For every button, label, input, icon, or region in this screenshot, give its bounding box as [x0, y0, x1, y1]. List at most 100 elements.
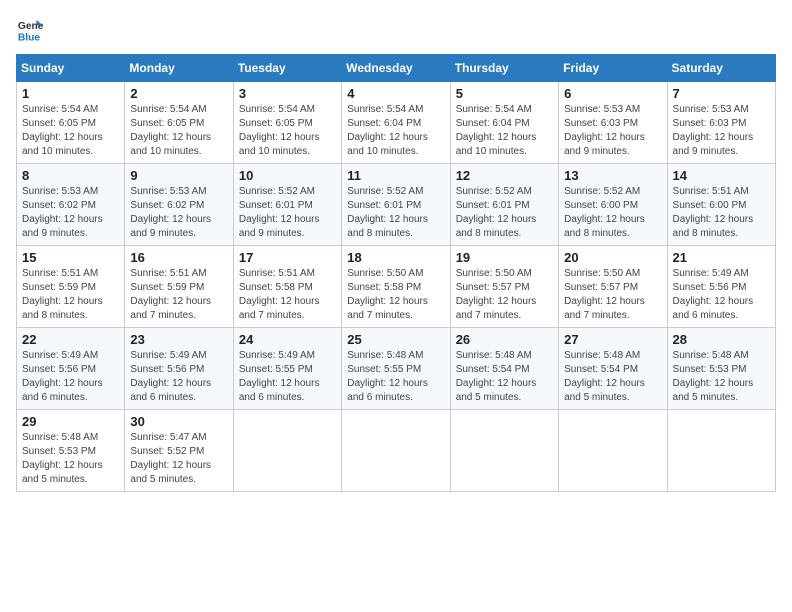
day-number: 22	[22, 332, 119, 347]
calendar-cell: 10 Sunrise: 5:52 AMSunset: 6:01 PMDaylig…	[233, 164, 341, 246]
day-number: 24	[239, 332, 336, 347]
day-info: Sunrise: 5:49 AMSunset: 5:56 PMDaylight:…	[130, 349, 227, 405]
calendar-cell: 22 Sunrise: 5:49 AMSunset: 5:56 PMDaylig…	[17, 328, 125, 410]
day-info: Sunrise: 5:50 AMSunset: 5:57 PMDaylight:…	[564, 267, 661, 323]
day-number: 14	[673, 168, 770, 183]
calendar-cell: 24 Sunrise: 5:49 AMSunset: 5:55 PMDaylig…	[233, 328, 341, 410]
calendar-cell: 30 Sunrise: 5:47 AMSunset: 5:52 PMDaylig…	[125, 410, 233, 492]
day-number: 17	[239, 250, 336, 265]
calendar-week-4: 22 Sunrise: 5:49 AMSunset: 5:56 PMDaylig…	[17, 328, 776, 410]
calendar-cell: 5 Sunrise: 5:54 AMSunset: 6:04 PMDayligh…	[450, 82, 558, 164]
day-info: Sunrise: 5:51 AMSunset: 5:58 PMDaylight:…	[239, 267, 336, 323]
day-info: Sunrise: 5:49 AMSunset: 5:56 PMDaylight:…	[22, 349, 119, 405]
calendar-cell	[233, 410, 341, 492]
day-number: 6	[564, 86, 661, 101]
weekday-header-monday: Monday	[125, 55, 233, 82]
logo-icon: General Blue	[16, 16, 44, 44]
day-number: 15	[22, 250, 119, 265]
calendar-cell: 1 Sunrise: 5:54 AMSunset: 6:05 PMDayligh…	[17, 82, 125, 164]
calendar-cell: 2 Sunrise: 5:54 AMSunset: 6:05 PMDayligh…	[125, 82, 233, 164]
day-info: Sunrise: 5:48 AMSunset: 5:53 PMDaylight:…	[22, 431, 119, 487]
weekday-header-saturday: Saturday	[667, 55, 775, 82]
day-number: 3	[239, 86, 336, 101]
calendar-cell: 12 Sunrise: 5:52 AMSunset: 6:01 PMDaylig…	[450, 164, 558, 246]
day-number: 18	[347, 250, 444, 265]
weekday-header-wednesday: Wednesday	[342, 55, 450, 82]
day-number: 23	[130, 332, 227, 347]
day-number: 2	[130, 86, 227, 101]
day-number: 8	[22, 168, 119, 183]
calendar-cell: 18 Sunrise: 5:50 AMSunset: 5:58 PMDaylig…	[342, 246, 450, 328]
weekday-header-sunday: Sunday	[17, 55, 125, 82]
weekday-header-thursday: Thursday	[450, 55, 558, 82]
day-info: Sunrise: 5:48 AMSunset: 5:53 PMDaylight:…	[673, 349, 770, 405]
day-info: Sunrise: 5:53 AMSunset: 6:03 PMDaylight:…	[673, 103, 770, 159]
day-number: 5	[456, 86, 553, 101]
day-info: Sunrise: 5:53 AMSunset: 6:03 PMDaylight:…	[564, 103, 661, 159]
day-info: Sunrise: 5:48 AMSunset: 5:55 PMDaylight:…	[347, 349, 444, 405]
day-number: 10	[239, 168, 336, 183]
calendar-cell: 9 Sunrise: 5:53 AMSunset: 6:02 PMDayligh…	[125, 164, 233, 246]
day-info: Sunrise: 5:50 AMSunset: 5:58 PMDaylight:…	[347, 267, 444, 323]
day-info: Sunrise: 5:48 AMSunset: 5:54 PMDaylight:…	[564, 349, 661, 405]
day-number: 4	[347, 86, 444, 101]
calendar-cell: 4 Sunrise: 5:54 AMSunset: 6:04 PMDayligh…	[342, 82, 450, 164]
calendar-cell: 25 Sunrise: 5:48 AMSunset: 5:55 PMDaylig…	[342, 328, 450, 410]
calendar-cell: 16 Sunrise: 5:51 AMSunset: 5:59 PMDaylig…	[125, 246, 233, 328]
day-number: 9	[130, 168, 227, 183]
day-number: 12	[456, 168, 553, 183]
day-number: 13	[564, 168, 661, 183]
calendar-cell: 7 Sunrise: 5:53 AMSunset: 6:03 PMDayligh…	[667, 82, 775, 164]
day-info: Sunrise: 5:54 AMSunset: 6:05 PMDaylight:…	[130, 103, 227, 159]
calendar-cell: 11 Sunrise: 5:52 AMSunset: 6:01 PMDaylig…	[342, 164, 450, 246]
day-info: Sunrise: 5:51 AMSunset: 6:00 PMDaylight:…	[673, 185, 770, 241]
day-info: Sunrise: 5:49 AMSunset: 5:56 PMDaylight:…	[673, 267, 770, 323]
day-number: 29	[22, 414, 119, 429]
day-info: Sunrise: 5:48 AMSunset: 5:54 PMDaylight:…	[456, 349, 553, 405]
day-number: 27	[564, 332, 661, 347]
calendar-cell: 20 Sunrise: 5:50 AMSunset: 5:57 PMDaylig…	[559, 246, 667, 328]
day-number: 28	[673, 332, 770, 347]
day-number: 30	[130, 414, 227, 429]
calendar-week-1: 1 Sunrise: 5:54 AMSunset: 6:05 PMDayligh…	[17, 82, 776, 164]
calendar-cell: 8 Sunrise: 5:53 AMSunset: 6:02 PMDayligh…	[17, 164, 125, 246]
calendar-cell	[342, 410, 450, 492]
day-info: Sunrise: 5:53 AMSunset: 6:02 PMDaylight:…	[22, 185, 119, 241]
calendar-cell: 21 Sunrise: 5:49 AMSunset: 5:56 PMDaylig…	[667, 246, 775, 328]
svg-text:General: General	[18, 21, 44, 32]
calendar-week-2: 8 Sunrise: 5:53 AMSunset: 6:02 PMDayligh…	[17, 164, 776, 246]
calendar-cell: 23 Sunrise: 5:49 AMSunset: 5:56 PMDaylig…	[125, 328, 233, 410]
calendar-cell	[559, 410, 667, 492]
day-number: 25	[347, 332, 444, 347]
calendar-cell: 13 Sunrise: 5:52 AMSunset: 6:00 PMDaylig…	[559, 164, 667, 246]
calendar-cell	[450, 410, 558, 492]
day-info: Sunrise: 5:47 AMSunset: 5:52 PMDaylight:…	[130, 431, 227, 487]
day-info: Sunrise: 5:52 AMSunset: 6:00 PMDaylight:…	[564, 185, 661, 241]
calendar-cell: 26 Sunrise: 5:48 AMSunset: 5:54 PMDaylig…	[450, 328, 558, 410]
day-info: Sunrise: 5:52 AMSunset: 6:01 PMDaylight:…	[456, 185, 553, 241]
day-info: Sunrise: 5:54 AMSunset: 6:04 PMDaylight:…	[347, 103, 444, 159]
calendar-cell	[667, 410, 775, 492]
weekday-header-tuesday: Tuesday	[233, 55, 341, 82]
day-number: 21	[673, 250, 770, 265]
day-info: Sunrise: 5:54 AMSunset: 6:04 PMDaylight:…	[456, 103, 553, 159]
weekday-header-friday: Friday	[559, 55, 667, 82]
day-info: Sunrise: 5:51 AMSunset: 5:59 PMDaylight:…	[130, 267, 227, 323]
day-info: Sunrise: 5:54 AMSunset: 6:05 PMDaylight:…	[22, 103, 119, 159]
day-info: Sunrise: 5:50 AMSunset: 5:57 PMDaylight:…	[456, 267, 553, 323]
calendar-cell: 19 Sunrise: 5:50 AMSunset: 5:57 PMDaylig…	[450, 246, 558, 328]
day-info: Sunrise: 5:52 AMSunset: 6:01 PMDaylight:…	[239, 185, 336, 241]
calendar-table: SundayMondayTuesdayWednesdayThursdayFrid…	[16, 54, 776, 492]
calendar-cell: 14 Sunrise: 5:51 AMSunset: 6:00 PMDaylig…	[667, 164, 775, 246]
day-number: 26	[456, 332, 553, 347]
logo: General Blue	[16, 16, 44, 44]
day-info: Sunrise: 5:54 AMSunset: 6:05 PMDaylight:…	[239, 103, 336, 159]
day-number: 16	[130, 250, 227, 265]
day-number: 19	[456, 250, 553, 265]
calendar-cell: 29 Sunrise: 5:48 AMSunset: 5:53 PMDaylig…	[17, 410, 125, 492]
day-number: 7	[673, 86, 770, 101]
calendar-cell: 27 Sunrise: 5:48 AMSunset: 5:54 PMDaylig…	[559, 328, 667, 410]
day-info: Sunrise: 5:49 AMSunset: 5:55 PMDaylight:…	[239, 349, 336, 405]
svg-text:Blue: Blue	[18, 32, 41, 43]
calendar-week-3: 15 Sunrise: 5:51 AMSunset: 5:59 PMDaylig…	[17, 246, 776, 328]
